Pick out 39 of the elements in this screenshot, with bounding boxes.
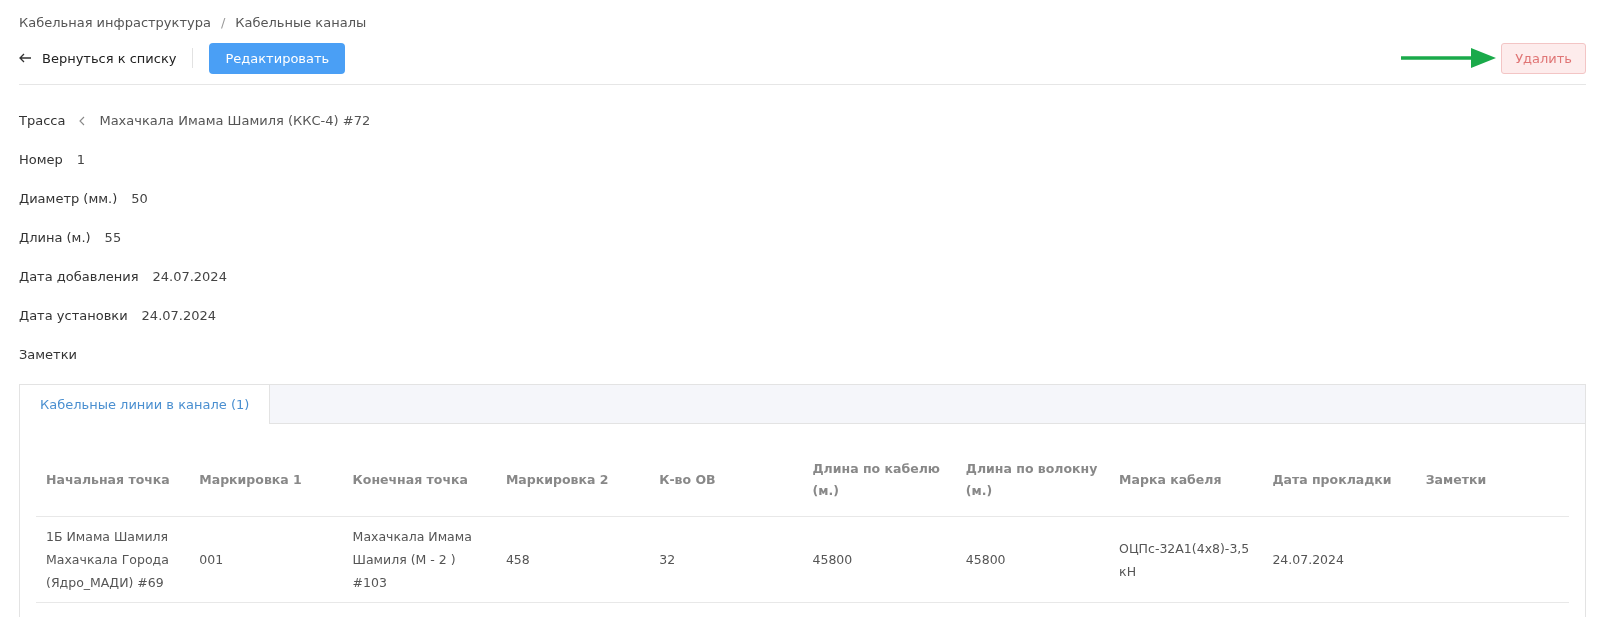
- field-label: Дата добавления: [19, 269, 139, 284]
- column-header: Дата прокладки: [1262, 444, 1416, 517]
- field-value: 55: [104, 230, 122, 245]
- breadcrumb-separator: /: [220, 14, 226, 30]
- column-header: Начальная точка: [36, 444, 190, 517]
- column-header: Длина по волокну (м.): [955, 444, 1110, 517]
- field-label: Номер: [19, 152, 63, 167]
- table-cell: 458: [495, 516, 650, 603]
- table-cell: 32: [649, 516, 803, 603]
- field-value: 50: [131, 191, 148, 206]
- table-cell: 45800: [955, 516, 1110, 603]
- chevron-left-icon: [79, 115, 86, 126]
- table-cell: Махачкала Имама Шамиля (М - 2 ) #103: [342, 516, 496, 603]
- column-header: Заметки: [1415, 444, 1569, 517]
- back-link[interactable]: Вернуться к списку: [19, 48, 194, 68]
- arrow-icon: [1401, 47, 1498, 69]
- field-label: Заметки: [19, 347, 77, 362]
- column-header: Маркировка 2: [495, 444, 650, 517]
- table-cell: 1Б Имама Шамиля Махачкала Города (Ядро_МАДИ) #69: [36, 516, 190, 603]
- column-header: Маркировка 1: [189, 444, 343, 517]
- table-cell: 45800: [802, 516, 956, 603]
- table-cell: 001: [189, 516, 343, 603]
- column-header: Длина по кабелю (м.): [802, 444, 956, 517]
- breadcrumb-item[interactable]: Кабельная инфраструктура: [19, 14, 211, 30]
- field-label: Дата установки: [19, 308, 128, 323]
- route-link[interactable]: Махачкала Имама Шамиля (ККС-4) #72: [99, 113, 371, 128]
- table-cell: ОЦПс-32А1(4х8)-3,5 кН: [1109, 516, 1263, 603]
- column-header: Марка кабеля: [1109, 444, 1263, 517]
- field-label: Трасса: [19, 113, 66, 128]
- field-value: 24.07.2024: [152, 269, 227, 284]
- column-header: Конечная точка: [342, 444, 496, 517]
- table-cell: 24.07.2024: [1262, 516, 1416, 603]
- breadcrumb-item[interactable]: Кабельные каналы: [235, 14, 367, 30]
- column-header: К-во ОВ: [649, 444, 803, 517]
- field-value: 24.07.2024: [141, 308, 217, 323]
- field-label: Диаметр (мм.): [19, 191, 118, 206]
- back-arrow-icon: [19, 53, 32, 63]
- field-value: 1: [76, 152, 86, 167]
- field-label: Длина (м.): [19, 230, 91, 245]
